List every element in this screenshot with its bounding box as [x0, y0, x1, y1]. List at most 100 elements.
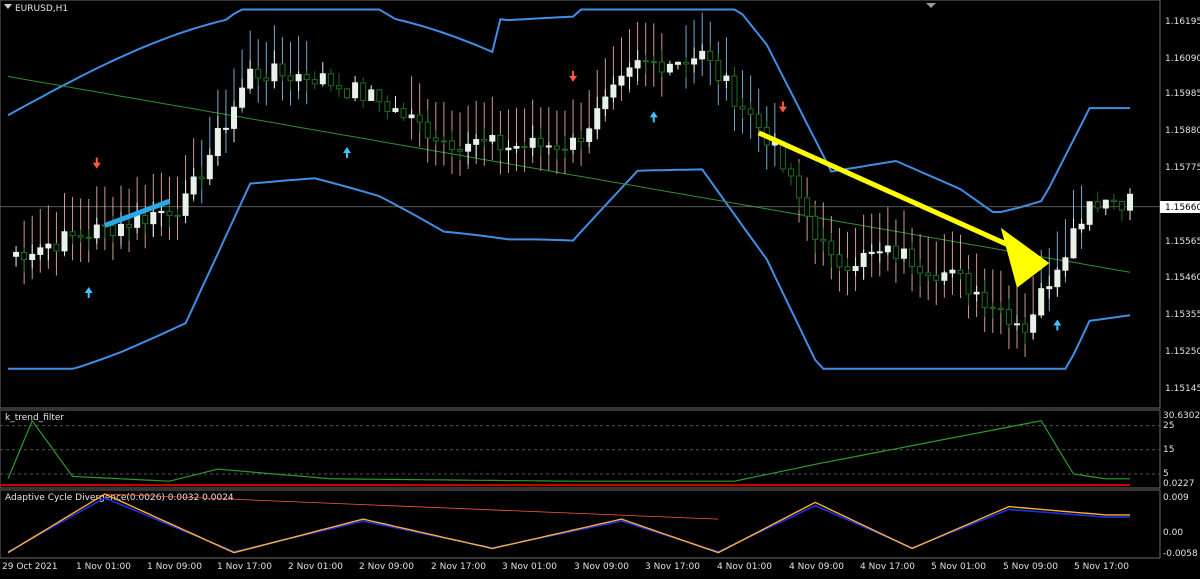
time-label: 2 Nov 01:00: [288, 562, 343, 572]
bull-candle: [723, 75, 730, 81]
price-label: 1.15565: [1165, 237, 1200, 247]
bull-candle: [247, 68, 254, 89]
bear-candle: [933, 274, 940, 281]
bull-candle: [876, 251, 883, 254]
bear-candle: [384, 101, 391, 113]
time-label: 5 Nov 01:00: [931, 562, 986, 572]
bear-candle: [683, 61, 690, 65]
bear-candle: [360, 82, 367, 101]
price-label: 1.15355: [1165, 310, 1200, 320]
bull-candle: [392, 108, 399, 113]
time-label: 3 Nov 17:00: [645, 562, 700, 572]
bear-candle: [658, 61, 665, 73]
bear-candle: [416, 114, 423, 123]
bear-candle: [166, 210, 173, 216]
bull-candle: [408, 114, 415, 119]
bull-candle: [1013, 323, 1020, 326]
bull-candle: [505, 147, 512, 151]
trend-axis-label: 30.6302: [1163, 411, 1200, 421]
bear-candle: [997, 307, 1004, 311]
bull-candle: [319, 73, 326, 85]
bear-candle: [650, 61, 657, 64]
bear-candle: [925, 272, 932, 276]
bear-candle: [836, 254, 843, 268]
bull-candle: [860, 252, 867, 267]
bull-candle: [634, 60, 641, 69]
bear-candle: [457, 148, 464, 152]
bear-candle: [561, 148, 568, 151]
bull-candle: [852, 265, 859, 272]
bull-candle: [691, 58, 698, 65]
bear-candle: [917, 266, 924, 274]
bull-candle: [570, 137, 577, 150]
bull-candle: [941, 272, 948, 281]
bull-candle: [610, 84, 617, 98]
bear-candle: [981, 291, 988, 308]
bear-candle: [279, 63, 286, 77]
bull-candle: [222, 127, 229, 130]
bull-candle: [368, 89, 375, 101]
bull-candle: [29, 253, 36, 261]
trend-panel-frame: [0, 409, 1161, 489]
bear-candle: [344, 88, 351, 99]
bear-candle: [731, 75, 738, 107]
trend-axis-label: 0.0227: [1163, 479, 1195, 489]
price-label: 1.15775: [1165, 163, 1200, 173]
symbol-title: EURUSD,H1: [15, 4, 68, 14]
time-label: 5 Nov 09:00: [1003, 562, 1058, 572]
chart-svg[interactable]: EURUSD,H1 k_trend_filter Adaptive Cycle …: [0, 0, 1200, 575]
bull-candle: [545, 145, 552, 148]
bear-candle: [303, 74, 310, 81]
bull-candle: [190, 176, 197, 195]
bear-candle: [174, 214, 181, 217]
time-label: 4 Nov 09:00: [789, 562, 844, 572]
bear-candle: [126, 223, 133, 228]
mt4-chart-window[interactable]: EURUSD,H1 k_trend_filter Adaptive Cycle …: [0, 0, 1200, 575]
acd-axis-label: -0.0058: [1163, 549, 1198, 559]
bear-candle: [424, 121, 431, 139]
bull-candle: [1102, 199, 1109, 209]
bull-candle: [352, 82, 359, 99]
bear-candle: [53, 243, 60, 252]
bear-candle: [1022, 323, 1029, 333]
bear-candle: [497, 135, 504, 151]
bull-candle: [295, 74, 302, 82]
bear-candle: [481, 139, 488, 142]
trend-axis: 30.6302 25 15 5 0.0227: [1163, 411, 1200, 489]
trend-axis-label: 15: [1163, 445, 1174, 455]
bull-candle: [93, 224, 100, 239]
bear-candle: [642, 60, 649, 63]
bear-candle: [255, 68, 262, 79]
bear-candle: [1118, 201, 1125, 211]
price-label: 1.15880: [1165, 126, 1200, 136]
bear-candle: [989, 306, 996, 309]
bull-candle: [1127, 193, 1133, 211]
bull-candle: [1046, 286, 1053, 290]
bear-candle: [287, 75, 294, 82]
bear-candle: [327, 73, 334, 87]
bear-candle: [85, 236, 92, 239]
current-price-label: 1.15660: [1165, 203, 1200, 213]
bull-candle: [900, 248, 907, 259]
bull-candle: [973, 291, 980, 295]
bear-candle: [335, 85, 342, 90]
bull-candle: [602, 96, 609, 110]
bear-candle: [537, 137, 544, 147]
bull-candle: [150, 212, 157, 225]
time-axis: 29 Oct 2021 1 Nov 01:00 1 Nov 09:00 1 No…: [2, 562, 1129, 572]
bull-candle: [1078, 223, 1085, 230]
time-label: 29 Oct 2021: [2, 562, 58, 572]
acd-axis: 0.009 0.00 -0.0058: [1163, 493, 1198, 559]
time-label: 1 Nov 09:00: [147, 562, 202, 572]
trend-panel-title: k_trend_filter: [5, 413, 64, 423]
bull-candle: [182, 193, 189, 216]
bear-candle: [755, 113, 762, 128]
bear-candle: [820, 238, 827, 242]
acd-axis-label: 0.009: [1163, 493, 1189, 503]
bull-candle: [239, 87, 246, 108]
bull-candle: [118, 223, 125, 237]
trend-axis-label: 5: [1163, 469, 1169, 479]
bear-candle: [909, 248, 916, 268]
bear-candle: [69, 231, 76, 237]
bull-candle: [699, 50, 706, 60]
